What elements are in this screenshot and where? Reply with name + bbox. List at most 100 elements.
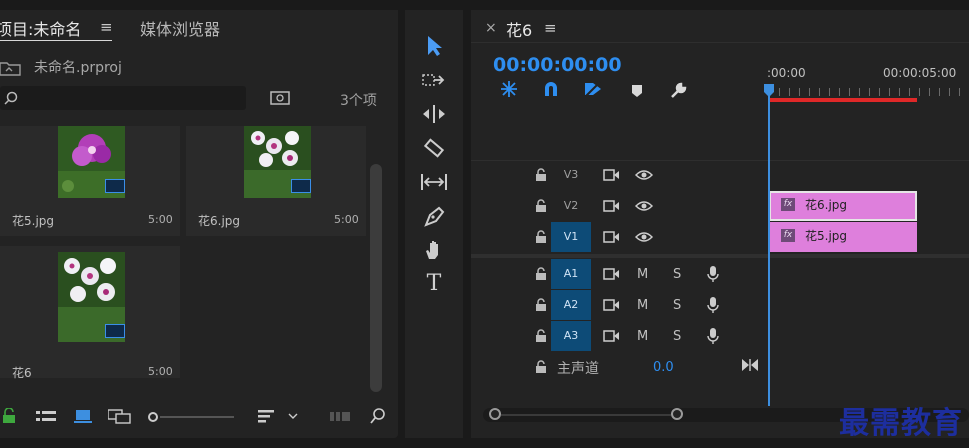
watermark: 最需教育: [839, 406, 963, 441]
sync-lock-icon[interactable]: [603, 329, 621, 343]
track-label-a1[interactable]: A1: [551, 259, 591, 289]
mute-button[interactable]: M: [637, 298, 648, 313]
linked-selection-icon[interactable]: [583, 80, 603, 98]
new-bin-search-icon[interactable]: [270, 90, 290, 106]
zoom-handle-right[interactable]: [671, 408, 683, 420]
automate-sequence-icon[interactable]: [330, 408, 352, 424]
track-a3[interactable]: A3 M S: [471, 321, 969, 351]
find-icon[interactable]: [370, 408, 386, 424]
fx-badge-icon: fx: [781, 229, 795, 242]
tab-media-browser[interactable]: 媒体浏览器: [140, 16, 220, 40]
tab-sequence[interactable]: 花6: [506, 17, 532, 41]
solo-button[interactable]: S: [673, 298, 681, 313]
track-label-v1[interactable]: V1: [551, 222, 591, 252]
track-label-a2[interactable]: A2: [551, 290, 591, 320]
track-lock-icon[interactable]: [535, 168, 547, 182]
toggle-output-eye-icon[interactable]: [635, 169, 653, 181]
timeline-menu-icon[interactable]: ≡: [544, 19, 557, 37]
project-item[interactable]: 花5.jpg 5:00: [0, 126, 180, 236]
search-icon: [4, 91, 18, 105]
hand-tool-icon[interactable]: [419, 236, 449, 264]
project-filename: 未命名.prproj: [34, 60, 122, 76]
timeline-settings-wrench-icon[interactable]: [669, 80, 689, 100]
zoom-slider[interactable]: [148, 412, 234, 422]
track-v1[interactable]: V1 fx 花5.jpg: [471, 222, 969, 252]
type-tool-icon[interactable]: T: [419, 270, 449, 298]
project-item[interactable]: 花6 5:00: [0, 246, 180, 380]
sync-lock-icon[interactable]: [603, 298, 621, 312]
track-lock-icon[interactable]: [535, 199, 547, 213]
project-item[interactable]: 花6.jpg 5:00: [186, 126, 366, 236]
go-to-in-out-icon[interactable]: [741, 358, 759, 372]
selection-tool-icon[interactable]: [419, 32, 449, 60]
track-lock-icon[interactable]: [535, 267, 547, 281]
folder-up-icon[interactable]: [0, 60, 22, 76]
track-lock-icon[interactable]: [535, 329, 547, 343]
close-sequence-icon[interactable]: ×: [485, 20, 497, 36]
tab-divider: [471, 42, 969, 43]
snap-magnet-icon[interactable]: [543, 80, 559, 98]
voiceover-mic-icon[interactable]: [707, 265, 719, 283]
solo-button[interactable]: S: [673, 267, 681, 282]
clip-flower6[interactable]: fx 花6.jpg: [769, 191, 917, 221]
sync-lock-icon[interactable]: [603, 168, 621, 182]
sync-lock-icon[interactable]: [603, 230, 621, 244]
nest-sequence-icon[interactable]: [499, 80, 519, 98]
voiceover-mic-icon[interactable]: [707, 296, 719, 314]
toggle-output-eye-icon[interactable]: [635, 231, 653, 243]
item-name: 花6.jpg: [198, 214, 241, 228]
add-marker-icon[interactable]: [631, 84, 643, 98]
item-name: 花5.jpg: [12, 214, 55, 228]
track-label-v2[interactable]: V2: [551, 191, 591, 221]
sort-icons-icon[interactable]: [258, 408, 300, 424]
track-a2[interactable]: A2 M S: [471, 290, 969, 320]
slip-tool-icon[interactable]: [419, 168, 449, 196]
master-volume-value[interactable]: 0.0: [653, 360, 674, 375]
tab-project[interactable]: 项目:未命名: [0, 16, 81, 40]
panel-menu-icon[interactable]: ≡: [100, 18, 113, 36]
track-a1[interactable]: A1 M S: [471, 259, 969, 289]
track-lock-icon[interactable]: [535, 360, 547, 374]
ruler-label-start: :00:00: [767, 66, 806, 80]
track-select-tool-icon[interactable]: [419, 66, 449, 94]
project-panel: 项目:未命名 ≡ 媒体浏览器 未命名.prproj 3个项 花5.jpg 5:0…: [0, 10, 398, 438]
audio-video-divider[interactable]: [471, 254, 969, 258]
mute-button[interactable]: M: [637, 329, 648, 344]
track-label-v3[interactable]: V3: [551, 160, 591, 190]
sync-lock-icon[interactable]: [603, 267, 621, 281]
work-area-bar[interactable]: [769, 98, 917, 102]
time-ruler[interactable]: [769, 88, 969, 96]
timeline-panel: × 花6 ≡ 00:00:00:00 :00:00 00:00:05:00 V3…: [471, 10, 969, 438]
playhead-line[interactable]: [768, 96, 770, 406]
track-v2[interactable]: V2 fx 花6.jpg: [471, 191, 969, 221]
image-badge-icon: [291, 179, 311, 193]
zoom-handle-left[interactable]: [489, 408, 501, 420]
icon-view-icon[interactable]: [74, 408, 92, 424]
toggle-output-eye-icon[interactable]: [635, 200, 653, 212]
solo-button[interactable]: S: [673, 329, 681, 344]
track-lock-icon[interactable]: [535, 298, 547, 312]
project-path-row: 未命名.prproj: [0, 54, 398, 78]
mute-button[interactable]: M: [637, 267, 648, 282]
track-master[interactable]: 主声道 0.0: [471, 352, 969, 382]
sync-lock-icon[interactable]: [603, 199, 621, 213]
search-input[interactable]: [0, 86, 246, 110]
item-name: 花6: [12, 366, 32, 380]
clip-flower5[interactable]: fx 花5.jpg: [769, 222, 917, 252]
clip-name: 花5.jpg: [805, 229, 848, 243]
project-scrollbar[interactable]: [370, 164, 382, 392]
track-label-a3[interactable]: A3: [551, 321, 591, 351]
zoom-track: [501, 414, 671, 416]
voiceover-mic-icon[interactable]: [707, 327, 719, 345]
lock-icon[interactable]: [2, 408, 16, 424]
freeform-view-icon[interactable]: [108, 408, 134, 424]
track-lock-icon[interactable]: [535, 230, 547, 244]
timecode-display[interactable]: 00:00:00:00: [493, 54, 622, 76]
track-v3[interactable]: V3: [471, 160, 969, 190]
project-tabs: 项目:未命名 ≡ 媒体浏览器: [0, 10, 398, 42]
list-view-icon[interactable]: [36, 408, 56, 424]
razor-tool-icon[interactable]: [419, 134, 449, 162]
clip-name: 花6.jpg: [805, 198, 848, 212]
pen-tool-icon[interactable]: [419, 202, 449, 230]
ripple-edit-tool-icon[interactable]: [419, 100, 449, 128]
